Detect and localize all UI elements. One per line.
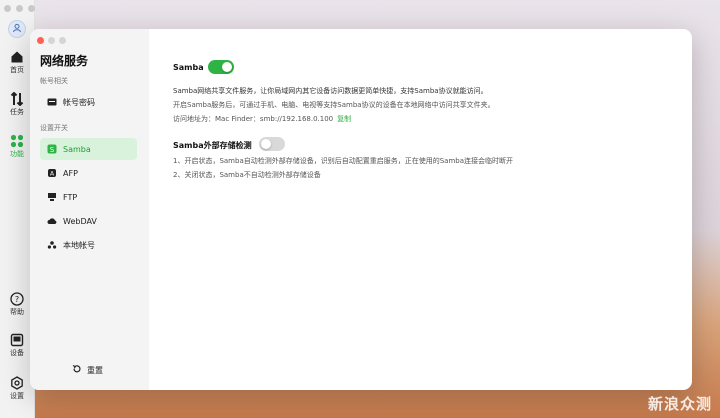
toggle-knob <box>261 139 271 149</box>
network-services-window: 网络服务 帐号相关 帐号密码 设置开关 S Samba A AFP FTP We… <box>30 29 692 390</box>
section-account-label: 帐号相关 <box>40 77 68 85</box>
sidebar-item-label: WebDAV <box>63 216 97 226</box>
reset-icon <box>72 364 82 376</box>
users-icon <box>47 240 57 250</box>
samba-toggle[interactable] <box>208 60 234 74</box>
help-icon: ? <box>10 292 24 306</box>
samba-settings-panel: Samba Samba网络共享文件服务，让你局域网内其它设备访问数据更简单快捷，… <box>149 29 692 390</box>
access-address: 访问地址为：Mac Finder：smb://192.168.0.100 <box>173 115 334 123</box>
rail-item-tasks[interactable]: 任务 <box>0 92 34 117</box>
external-storage-label: Samba外部存储检测 <box>173 141 252 150</box>
samba-usage-note: 开启Samba服务后，可通过手机、电脑、电视等支持Samba协议的设备在本地网络… <box>173 101 495 109</box>
outer-zoom-button[interactable] <box>28 5 35 12</box>
reset-label: 重置 <box>87 365 103 375</box>
apps-icon <box>10 134 24 148</box>
rail-label-settings: 设置 <box>10 392 24 400</box>
sidebar-item-label: 帐号密码 <box>63 97 95 107</box>
settings-sidebar: 网络服务 帐号相关 帐号密码 设置开关 S Samba A AFP FTP We… <box>30 29 149 390</box>
minimize-button[interactable] <box>48 37 55 44</box>
sidebar-item-account-password[interactable]: 帐号密码 <box>40 91 137 113</box>
rail-item-device[interactable]: 设备 <box>0 333 34 358</box>
rail-label-features: 功能 <box>10 150 24 158</box>
apple-icon: A <box>47 168 57 178</box>
device-icon <box>10 333 24 347</box>
zoom-button[interactable] <box>59 37 66 44</box>
sidebar-item-label: AFP <box>63 168 78 178</box>
reset-button[interactable]: 重置 <box>72 364 103 376</box>
external-storage-note-2: 2、关闭状态，Samba不自动检测外部存储设备 <box>173 171 321 179</box>
rail-item-features[interactable]: 功能 <box>0 134 34 159</box>
external-storage-toggle[interactable] <box>259 137 285 151</box>
sidebar-item-label: 本地帐号 <box>63 240 95 250</box>
rail-item-help[interactable]: ? 帮助 <box>0 292 34 317</box>
samba-description: Samba网络共享文件服务，让你局域网内其它设备访问数据更简单快捷，支持Samb… <box>173 87 488 95</box>
access-address-line: 访问地址为：Mac Finder：smb://192.168.0.100 复制 <box>173 114 351 124</box>
svg-text:?: ? <box>15 295 19 304</box>
home-icon <box>11 51 23 63</box>
sidebar-item-ftp[interactable]: FTP <box>40 186 137 208</box>
rail-item-settings[interactable]: 设置 <box>0 376 34 401</box>
outer-close-button[interactable] <box>4 5 11 12</box>
rail-label-help: 帮助 <box>10 308 24 316</box>
window-controls <box>37 37 66 44</box>
sidebar-item-webdav[interactable]: WebDAV <box>40 210 137 232</box>
ftp-icon <box>47 192 57 202</box>
rail-label-device: 设备 <box>10 349 24 357</box>
rail-label-tasks: 任务 <box>10 108 24 116</box>
sidebar-item-label: Samba <box>63 144 91 154</box>
section-settings-label: 设置开关 <box>40 124 68 132</box>
svg-text:S: S <box>50 146 55 154</box>
user-icon <box>8 20 26 38</box>
sidebar-item-local-account[interactable]: 本地帐号 <box>40 234 137 256</box>
close-button[interactable] <box>37 37 44 44</box>
transfer-icon <box>10 92 24 106</box>
sidebar-item-afp[interactable]: A AFP <box>40 162 137 184</box>
settings-icon <box>11 376 23 390</box>
samba-icon: S <box>47 144 57 154</box>
user-avatar[interactable] <box>0 20 34 38</box>
copy-link[interactable]: 复制 <box>337 115 351 123</box>
cloud-icon <box>47 216 57 226</box>
samba-label: Samba <box>173 63 204 72</box>
outer-window-controls <box>4 5 35 12</box>
toggle-knob <box>222 62 232 72</box>
rail-label-home: 首页 <box>10 66 24 74</box>
rail-item-home[interactable]: 首页 <box>0 50 34 75</box>
outer-minimize-button[interactable] <box>16 5 23 12</box>
external-storage-note-1: 1、开启状态，Samba自动检测外部存储设备，识别后自动配置重启服务，正在使用的… <box>173 157 514 165</box>
sidebar-item-label: FTP <box>63 192 78 202</box>
sidebar-item-samba[interactable]: S Samba <box>40 138 137 160</box>
watermark-text: 新浪众测 <box>647 395 712 413</box>
card-icon <box>47 97 57 107</box>
sidebar-title: 网络服务 <box>40 54 89 68</box>
